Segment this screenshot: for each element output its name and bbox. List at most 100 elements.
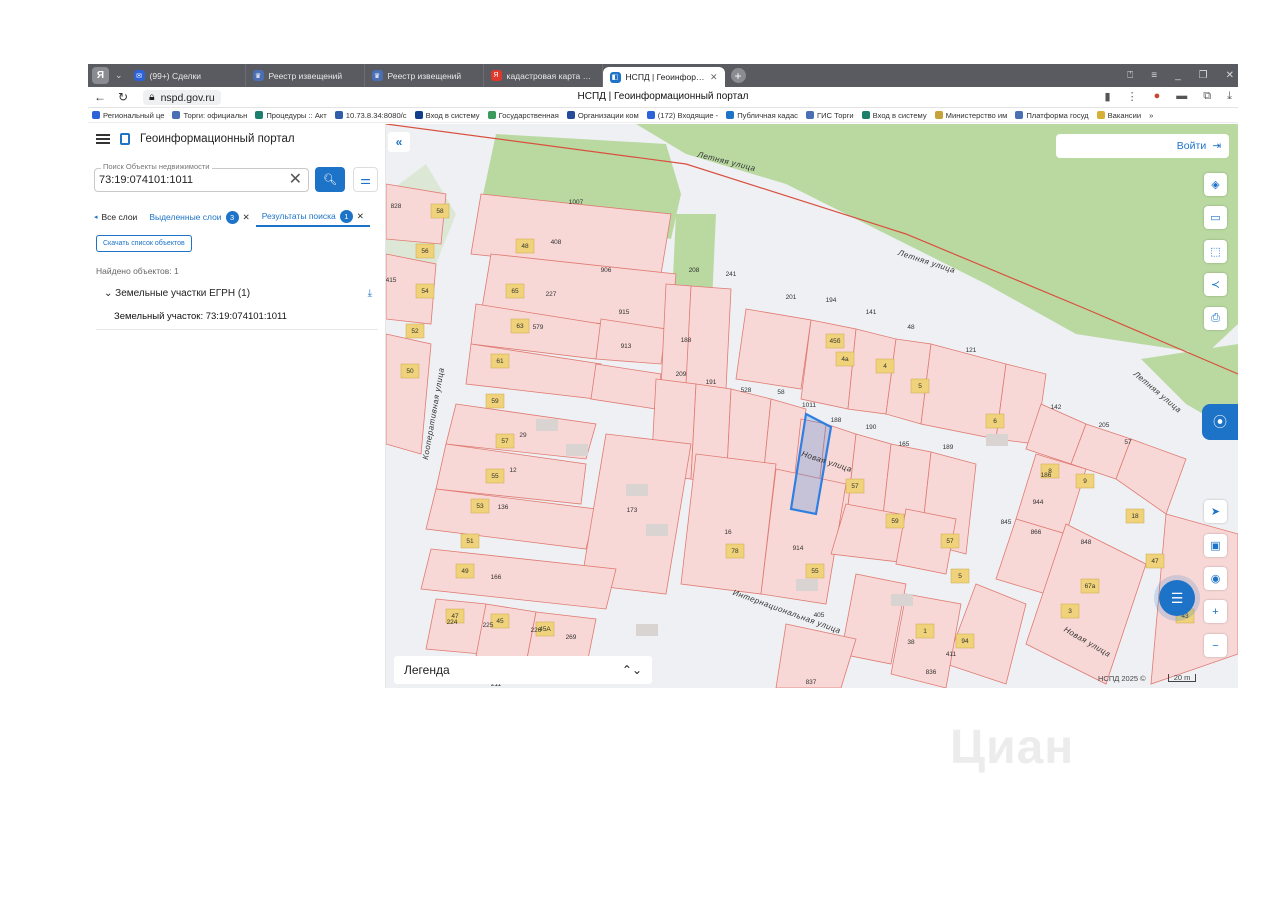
minimize-button[interactable]: _ <box>1175 70 1181 81</box>
menu-icon[interactable]: ≡ <box>1151 70 1157 81</box>
new-tab-button[interactable]: + <box>730 68 746 83</box>
building-number-label: 65 <box>511 288 519 295</box>
print-button[interactable]: ⎙ <box>1204 307 1227 330</box>
search-input[interactable]: Поиск Объекты недвижимости 73:19:074101:… <box>94 162 309 192</box>
search-button[interactable]: 🔍︎ <box>315 167 345 192</box>
extension-icon[interactable]: ⧉ <box>1203 90 1211 103</box>
tab-nspd[interactable]: ◧ НСПД | Геоинформаци ✕ <box>602 67 725 87</box>
result-group[interactable]: ⌄ Земельные участки ЕГРН (1) ⤓ <box>104 288 372 299</box>
close-tab-icon[interactable]: ✕ <box>710 72 718 83</box>
building-number-label: 54 <box>421 288 429 295</box>
bookmark-item[interactable]: Процедуры :: Акт <box>255 111 327 120</box>
close-icon[interactable]: ✕ <box>243 212 250 223</box>
bookmark-item[interactable]: Организации ком <box>566 111 639 120</box>
ruler-button[interactable]: ▭ <box>1204 206 1227 229</box>
chevron-down-icon[interactable]: ⌄ <box>115 70 123 81</box>
download-list-button[interactable]: Скачать список объектов <box>96 235 192 252</box>
land-parcel[interactable] <box>1115 438 1187 515</box>
bookmark-icon <box>487 111 496 119</box>
bookmark-item[interactable]: Региональный це <box>92 111 164 120</box>
share-button[interactable]: ≺ <box>1204 273 1227 296</box>
tab-selected-layers[interactable]: Выделенные слои 3 ✕ <box>143 207 255 227</box>
layers-button[interactable]: ◈ <box>1204 173 1227 196</box>
list-icon: ☰ <box>1170 589 1184 606</box>
tab-registry-1[interactable]: ♛ Реестр извещений <box>246 64 365 87</box>
tab-all-layers[interactable]: ◂ Все слои <box>88 207 143 227</box>
tab-search-results[interactable]: Результаты поиска 1 ✕ <box>255 207 370 227</box>
hamburger-icon[interactable] <box>96 134 110 144</box>
parcel-number-label: 209 <box>676 371 687 378</box>
land-parcel[interactable] <box>685 285 732 390</box>
parcel-number-label: 224 <box>447 619 458 626</box>
assistant-button[interactable]: ⦿ <box>1202 404 1238 440</box>
land-parcel[interactable] <box>680 453 777 595</box>
bookmark-item[interactable]: 10.73.8.34:8080/c <box>334 111 407 120</box>
collapse-panel-button[interactable]: « <box>388 132 410 152</box>
map-view[interactable]: 1007 408 906 227 915 579 913 208 241 201 194 141 48 1… <box>386 124 1238 688</box>
land-parcel[interactable] <box>590 363 662 410</box>
extension-icon[interactable]: ● <box>1154 90 1161 103</box>
cadastral-map[interactable]: 1007408906227915579913208241201 194141481… <box>386 124 1238 688</box>
location-button[interactable]: ◉ <box>1204 567 1227 590</box>
back-icon[interactable]: ← <box>94 90 106 104</box>
close-icon[interactable]: ✕ <box>357 211 364 222</box>
login-label: Войти <box>1176 140 1207 152</box>
bookmark-item[interactable]: Торги: официальн <box>172 111 247 120</box>
minimap-button[interactable]: ▣ <box>1204 534 1227 557</box>
zoom-in-button[interactable]: + <box>1204 600 1227 623</box>
download-icon[interactable]: ⤓ <box>1227 90 1232 103</box>
pin-icon[interactable]: ⍞ <box>1127 70 1133 81</box>
building-number-label: 52 <box>411 328 419 335</box>
parcel-number-label: 837 <box>806 679 817 686</box>
bookmark-item[interactable]: Вход в систему <box>414 111 480 120</box>
bookmark-item[interactable]: Публичная кадас <box>726 111 798 120</box>
select-area-button[interactable]: ⬚ <box>1204 240 1227 263</box>
tab-deals[interactable]: ✉ (99+) Сделки <box>127 64 246 87</box>
bookmarks-more-icon[interactable]: » <box>1149 111 1153 120</box>
legend-dropdown[interactable]: Легенда ⌃⌄ <box>394 656 652 684</box>
bookmark-item[interactable]: ГИС Торги <box>805 111 854 120</box>
building-number-label: 45 <box>496 618 504 625</box>
building-number-label: 55 <box>811 568 819 575</box>
parcel-number-label: 915 <box>619 309 630 316</box>
bookmark-item[interactable]: Платформа госуд <box>1015 111 1089 120</box>
more-icon[interactable]: ⋮ <box>1127 90 1138 103</box>
print-icon: ⎙ <box>1211 312 1220 324</box>
url-field[interactable]: 🔒︎ nspd.gov.ru <box>143 90 221 105</box>
locate-button[interactable]: ➤ <box>1204 500 1227 523</box>
tab-yandex[interactable]: Якадастровая карта — Янд <box>484 64 603 87</box>
minimap-icon: ▣ <box>1210 540 1221 552</box>
login-button[interactable]: Войти ⇥ <box>1056 134 1229 158</box>
bookmark-item[interactable]: Вход в систему <box>861 111 927 120</box>
bookmark-icon[interactable]: ▮ <box>1105 90 1111 103</box>
parcel-number-label: 227 <box>546 291 557 298</box>
bookmark-item[interactable]: (172) Входящие - <box>646 111 718 120</box>
parcel-number-label: 205 <box>1099 422 1110 429</box>
building-number-label: 45А <box>539 626 551 633</box>
building <box>646 524 668 536</box>
zoom-out-button[interactable]: − <box>1204 634 1227 657</box>
bookmark-item[interactable]: Министерство им <box>934 111 1007 120</box>
restore-button[interactable]: ❐ <box>1199 70 1208 81</box>
browser-menu-icon[interactable]: Я <box>92 67 109 84</box>
bookmark-item[interactable]: Вакансии <box>1096 111 1141 120</box>
land-parcel[interactable] <box>735 308 812 390</box>
emblem-icon: ♛ <box>252 70 264 81</box>
download-icon[interactable]: ⤓ <box>368 288 372 299</box>
result-item[interactable]: Земельный участок: 73:19:074101:1011 <box>96 305 378 330</box>
tab-registry-2[interactable]: ♛ Реестр извещений <box>365 64 484 87</box>
land-parcel[interactable] <box>475 603 537 665</box>
land-parcel[interactable] <box>425 598 487 655</box>
filter-button[interactable]: ⚌ <box>353 167 378 192</box>
building-number-label: 58 <box>436 208 444 215</box>
extension-icon[interactable]: ▬ <box>1176 90 1187 103</box>
clear-icon[interactable]: ✕ <box>289 171 302 189</box>
close-button[interactable]: ✕ <box>1226 70 1234 81</box>
parcel-number-label: 141 <box>866 309 877 316</box>
reload-icon[interactable]: ↻ <box>118 90 128 104</box>
menu-fab-button[interactable]: ☰ <box>1159 580 1195 616</box>
parcel-number-label: 269 <box>566 634 577 641</box>
parcel-number-label: 866 <box>1031 529 1042 536</box>
bookmark-item[interactable]: Государственная <box>487 111 559 120</box>
count-badge: 1 <box>339 209 353 223</box>
